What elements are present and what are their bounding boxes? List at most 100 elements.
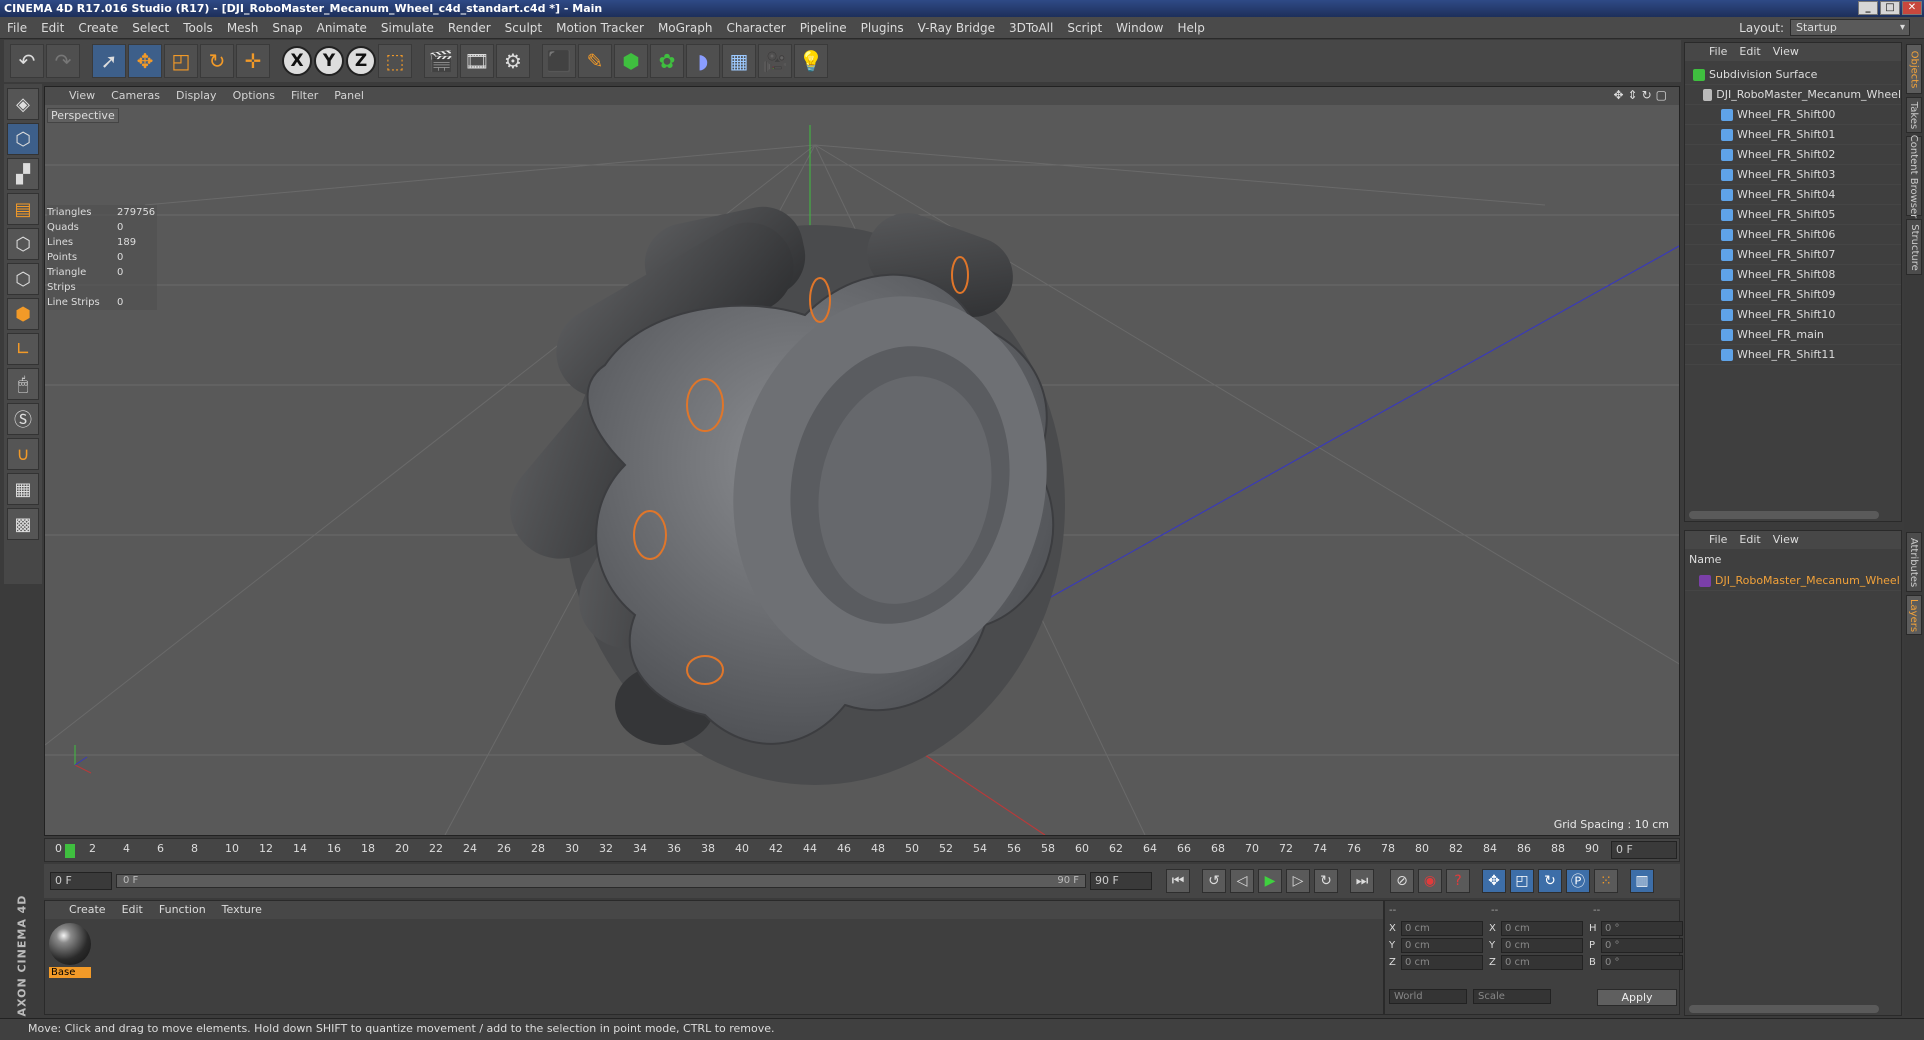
menu-item-v-ray-bridge[interactable]: V-Ray Bridge <box>911 21 1002 35</box>
layer-menu-view[interactable]: View <box>1773 531 1799 549</box>
side-tab-structure[interactable]: Structure <box>1906 219 1922 275</box>
coord-value-input[interactable]: 0 cm <box>1501 938 1583 953</box>
key-position-icon[interactable]: ✥ <box>1482 869 1506 893</box>
key-rotation-icon[interactable]: ↻ <box>1538 869 1562 893</box>
object-menu-edit[interactable]: Edit <box>1739 43 1760 61</box>
menu-item-simulate[interactable]: Simulate <box>374 21 441 35</box>
cube-icon[interactable]: ⬛ <box>542 44 576 78</box>
layer-menu-edit[interactable]: Edit <box>1739 531 1760 549</box>
start-frame-field[interactable]: 0 F <box>50 872 112 890</box>
menu-item-pipeline[interactable]: Pipeline <box>793 21 854 35</box>
object-tree-item[interactable]: DJI_RoboMaster_Mecanum_Wheel <box>1685 85 1901 105</box>
object-tree-item[interactable]: Wheel_FR_Shift02 <box>1685 145 1901 165</box>
menu-item-create[interactable]: Create <box>71 21 125 35</box>
menu-item-motion-tracker[interactable]: Motion Tracker <box>549 21 651 35</box>
menu-item-tools[interactable]: Tools <box>176 21 220 35</box>
menu-item-help[interactable]: Help <box>1170 21 1211 35</box>
timeline-window-icon[interactable]: ▥ <box>1630 869 1654 893</box>
side-tab-attributes[interactable]: Attributes <box>1906 532 1922 592</box>
camera-label[interactable]: Perspective <box>47 108 119 123</box>
coord-scale-dropdown[interactable]: Scale <box>1473 989 1551 1004</box>
object-tree-item[interactable]: Wheel_FR_Shift09 <box>1685 285 1901 305</box>
redo-icon[interactable]: ↷ <box>46 44 80 78</box>
render-settings-icon[interactable]: ⚙ <box>496 44 530 78</box>
object-tree-item[interactable]: Wheel_FR_Shift10 <box>1685 305 1901 325</box>
subdivision-icon[interactable]: ⬢ <box>614 44 648 78</box>
coord-value-input[interactable]: 0 cm <box>1501 921 1583 936</box>
material-menu-create[interactable]: Create <box>69 901 106 919</box>
step-back-icon[interactable]: ◁ <box>1230 869 1254 893</box>
object-tree-item[interactable]: Wheel_FR_Shift05 <box>1685 205 1901 225</box>
layer-item[interactable]: DJI_RoboMaster_Mecanum_Wheel <box>1685 571 1901 591</box>
z-axis-icon[interactable]: Z <box>346 46 376 76</box>
current-frame-marker[interactable] <box>65 844 75 858</box>
points-mode-icon[interactable]: ⬡ <box>7 228 39 260</box>
object-tree-item[interactable]: Wheel_FR_Shift08 <box>1685 265 1901 285</box>
goto-next-key-icon[interactable]: ↻ <box>1314 869 1338 893</box>
apply-button[interactable]: Apply <box>1597 989 1677 1006</box>
current-frame-field[interactable]: 0 F <box>1611 841 1677 859</box>
menu-item-mesh[interactable]: Mesh <box>220 21 266 35</box>
texture-mode-icon[interactable]: ▞ <box>7 158 39 190</box>
material-swatch[interactable]: Base <box>49 923 91 978</box>
viewport-menu-cameras[interactable]: Cameras <box>111 87 160 105</box>
menu-item-snap[interactable]: Snap <box>265 21 309 35</box>
key-scale-icon[interactable]: ◰ <box>1510 869 1534 893</box>
menu-item-animate[interactable]: Animate <box>310 21 374 35</box>
menu-item-mograph[interactable]: MoGraph <box>651 21 720 35</box>
object-tree-item[interactable]: Wheel_FR_main <box>1685 325 1901 345</box>
coord-value-input[interactable]: 0 cm <box>1401 938 1483 953</box>
render-view-icon[interactable]: 🎬 <box>424 44 458 78</box>
goto-start-icon[interactable]: ⏮ <box>1166 869 1190 893</box>
menu-item-plugins[interactable]: Plugins <box>854 21 911 35</box>
layer-menu-file[interactable]: File <box>1709 531 1727 549</box>
viewport-menu-options[interactable]: Options <box>233 87 275 105</box>
side-tab-objects[interactable]: Objects <box>1906 44 1922 94</box>
pen-icon[interactable]: ✎ <box>578 44 612 78</box>
make-editable-icon[interactable]: ◈ <box>7 88 39 120</box>
menu-item-sculpt[interactable]: Sculpt <box>498 21 549 35</box>
play-icon[interactable]: ▶ <box>1258 869 1282 893</box>
move-icon[interactable]: ✥ <box>128 44 162 78</box>
layer-scrollbar[interactable] <box>1689 1005 1879 1013</box>
coord-value-input[interactable]: 0 cm <box>1401 955 1483 970</box>
viewport[interactable]: View Cameras Display Options Filter Panel ✥⇕↻… <box>44 86 1680 836</box>
object-menu-view[interactable]: View <box>1773 43 1799 61</box>
object-tree-item[interactable]: Subdivision Surface <box>1685 65 1901 85</box>
goto-prev-key-icon[interactable]: ↺ <box>1202 869 1226 893</box>
viewport-nav-icons[interactable]: ✥⇕↻▢ <box>1613 88 1671 102</box>
coord-value-input[interactable]: 0 ° <box>1601 938 1683 953</box>
object-scrollbar[interactable] <box>1689 511 1879 519</box>
side-tab-takes[interactable]: Takes <box>1906 97 1922 133</box>
timeline-ruler[interactable]: 0 2 4 6 8 10 12 14 16 18 20 22 24 26 28 30 32 34 36 38 40 42 4… <box>44 838 1680 862</box>
x-axis-icon[interactable]: X <box>282 46 312 76</box>
coord-mode-dropdown[interactable]: World <box>1389 989 1467 1004</box>
menu-item-edit[interactable]: Edit <box>34 21 71 35</box>
preview-range-slider[interactable]: 0 F 90 F <box>116 874 1086 888</box>
light-icon[interactable]: 💡 <box>794 44 828 78</box>
side-tab-layers[interactable]: Layers <box>1906 595 1922 635</box>
menu-item-3dtoall[interactable]: 3DToAll <box>1002 21 1060 35</box>
coordinate-system-icon[interactable]: ⬚ <box>378 44 412 78</box>
undo-icon[interactable]: ↶ <box>10 44 44 78</box>
menu-item-select[interactable]: Select <box>125 21 176 35</box>
magnet-icon[interactable]: ∪ <box>7 438 39 470</box>
scale-icon[interactable]: ◰ <box>164 44 198 78</box>
menu-item-script[interactable]: Script <box>1060 21 1109 35</box>
keyframe-selection-icon[interactable]: ? <box>1446 869 1470 893</box>
viewport-menu-panel[interactable]: Panel <box>334 87 364 105</box>
material-menu-function[interactable]: Function <box>159 901 206 919</box>
coord-value-input[interactable]: 0 cm <box>1401 921 1483 936</box>
y-axis-icon[interactable]: Y <box>314 46 344 76</box>
tweak-mode-icon[interactable]: 🖱 <box>7 368 39 400</box>
rotate-icon[interactable]: ↻ <box>200 44 234 78</box>
object-tree-item[interactable]: Wheel_FR_Shift11 <box>1685 345 1901 365</box>
autokey-icon[interactable]: ◉ <box>1418 869 1442 893</box>
menu-item-window[interactable]: Window <box>1109 21 1170 35</box>
close-button[interactable]: ✕ <box>1902 1 1922 15</box>
minimize-button[interactable]: _ <box>1858 1 1878 15</box>
viewport-menu-display[interactable]: Display <box>176 87 217 105</box>
deformer-icon[interactable]: ◗ <box>686 44 720 78</box>
model-mode-icon[interactable]: ⬡ <box>7 123 39 155</box>
polygons-mode-icon[interactable]: ⬢ <box>7 298 39 330</box>
